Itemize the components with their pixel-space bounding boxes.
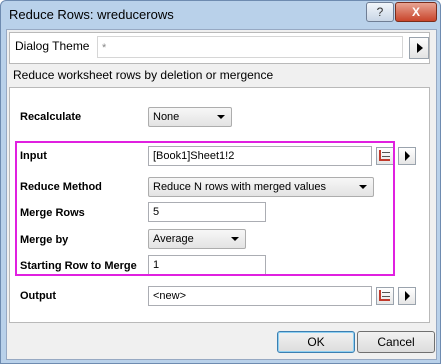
input-menu-button[interactable] <box>398 147 416 165</box>
range-lines-icon <box>382 292 390 297</box>
dialog-theme-bar: Dialog Theme * <box>9 32 430 64</box>
dialog-window: Reduce Rows: wreducerows ? X Dialog Them… <box>0 0 441 364</box>
dialog-body: Dialog Theme * Reduce worksheet rows by … <box>6 29 437 360</box>
theme-menu-button[interactable] <box>409 37 429 59</box>
window-title: Reduce Rows: wreducerows <box>9 7 174 22</box>
recalculate-label: Recalculate <box>20 111 82 123</box>
highlight-box <box>15 141 395 276</box>
chevron-down-icon <box>217 115 225 119</box>
output-range-picker[interactable] <box>376 287 394 305</box>
right-arrow-icon <box>405 151 410 161</box>
dialog-description: Reduce worksheet rows by deletion or mer… <box>13 68 274 82</box>
recalculate-value: None <box>153 111 180 123</box>
output-menu-button[interactable] <box>398 287 416 305</box>
title-bar[interactable]: Reduce Rows: wreducerows ? X <box>1 1 440 27</box>
close-button[interactable]: X <box>395 2 437 22</box>
right-arrow-icon <box>417 43 423 53</box>
output-label: Output <box>20 290 57 302</box>
help-button[interactable]: ? <box>366 2 394 22</box>
dialog-theme-label: Dialog Theme <box>15 39 90 53</box>
ok-button[interactable]: OK <box>277 331 355 353</box>
cancel-button[interactable]: Cancel <box>357 331 435 353</box>
right-arrow-icon <box>405 291 410 301</box>
dialog-theme-input[interactable]: * <box>97 36 403 58</box>
output-field[interactable]: <new> <box>148 286 372 306</box>
recalculate-dropdown[interactable]: None <box>148 107 232 127</box>
